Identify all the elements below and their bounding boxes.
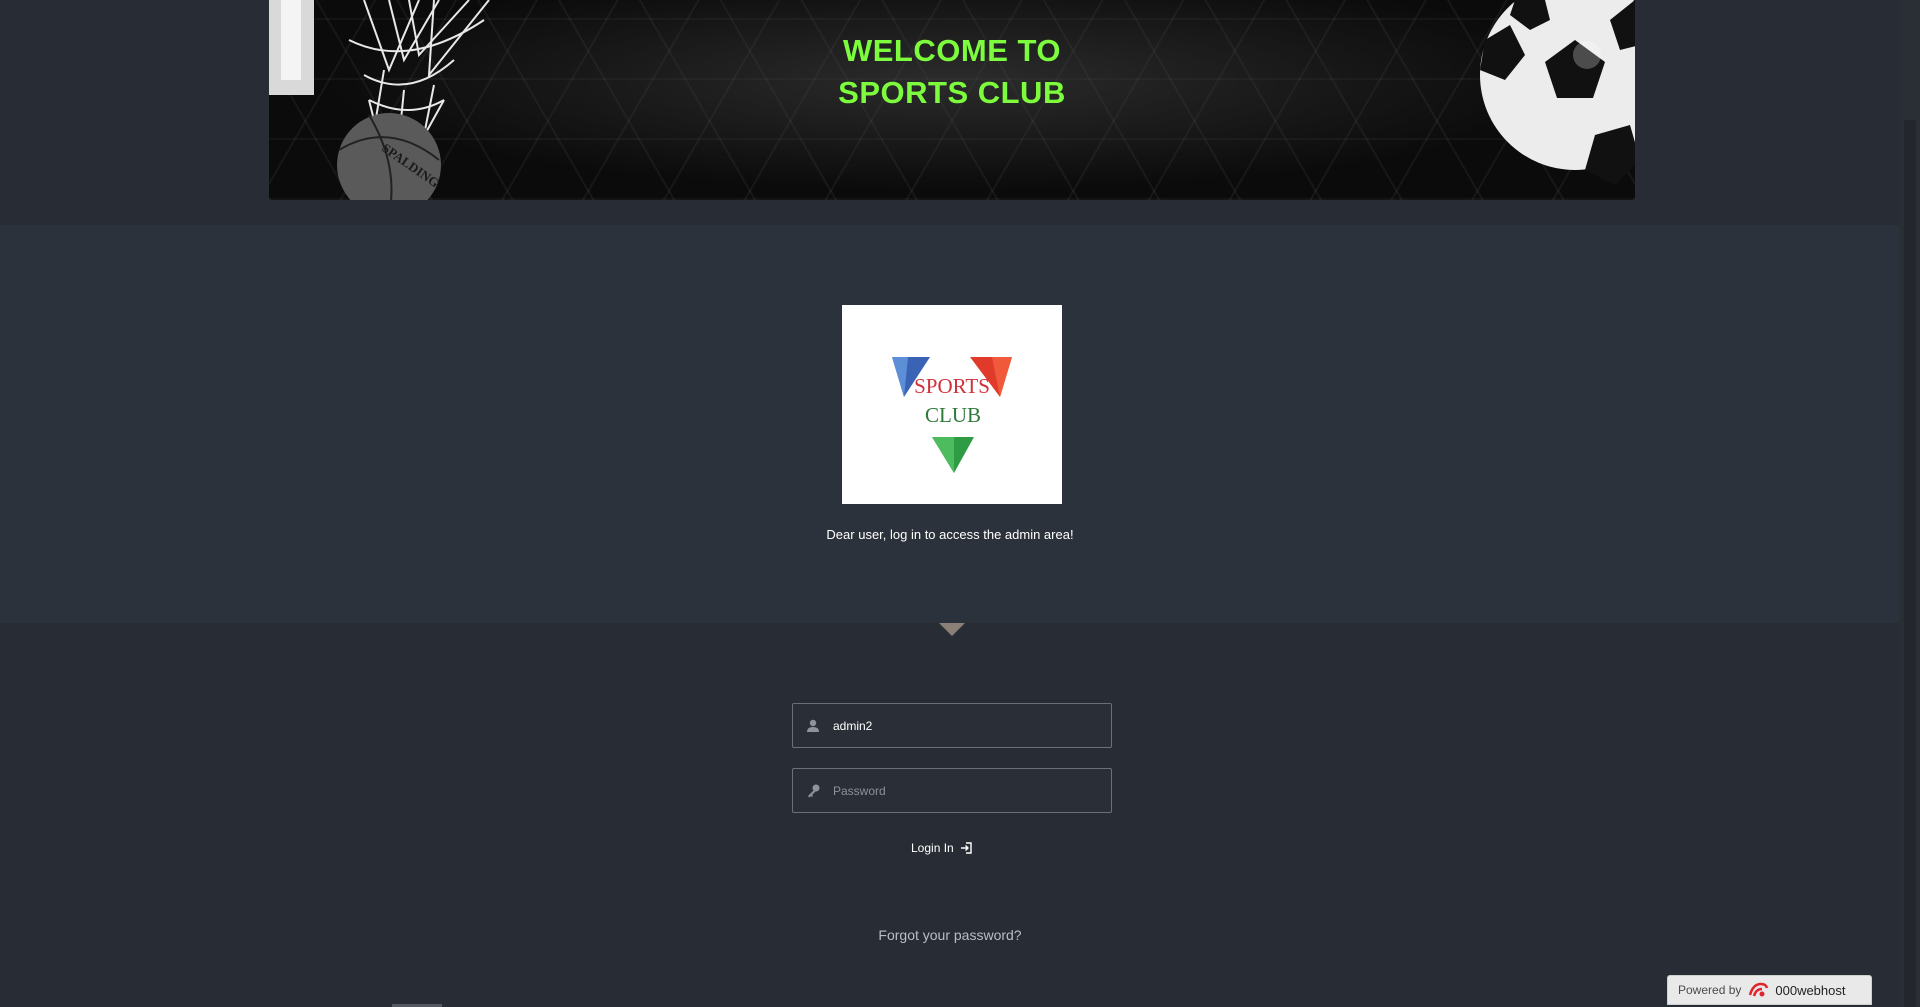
page-scrollbar[interactable] xyxy=(1900,0,1920,1007)
sports-club-logo: SPORTS CLUB xyxy=(842,305,1062,504)
username-field[interactable] xyxy=(792,703,1112,748)
banner-area: SPALDING WELCOME TO SPORTS CLUB xyxy=(0,0,1900,225)
banner: SPALDING WELCOME TO SPORTS CLUB xyxy=(269,0,1635,200)
user-icon xyxy=(807,719,819,732)
powered-by-badge[interactable]: Powered by 000webhost xyxy=(1667,975,1872,1005)
forgot-password-link[interactable]: Forgot your password? xyxy=(0,927,1900,943)
banner-title: WELCOME TO SPORTS CLUB xyxy=(269,30,1635,114)
login-button-label: Login In xyxy=(911,841,954,855)
webhost-logo-icon xyxy=(1749,982,1769,997)
powered-by-brand: 000webhost xyxy=(1775,982,1846,998)
key-icon xyxy=(808,784,820,798)
powered-by-label: Powered by xyxy=(1678,983,1742,997)
banner-title-line2: SPORTS CLUB xyxy=(838,75,1066,110)
logo-text-club: CLUB xyxy=(925,403,981,427)
login-button[interactable]: Login In xyxy=(905,838,978,858)
greeting-text: Dear user, log in to access the admin ar… xyxy=(826,527,1074,542)
scrollbar-thumb[interactable] xyxy=(1904,120,1916,1007)
login-header-panel: SPORTS CLUB Dear user, log in to access … xyxy=(0,225,1900,623)
down-arrow-icon xyxy=(939,623,965,636)
logo-text-sports: SPORTS xyxy=(914,374,990,398)
password-input[interactable] xyxy=(833,769,1103,812)
soccer-ball-icon xyxy=(1480,0,1635,185)
username-input[interactable] xyxy=(833,704,1103,747)
banner-title-line1: WELCOME TO xyxy=(843,33,1061,68)
sign-in-icon xyxy=(960,842,972,854)
password-field[interactable] xyxy=(792,768,1112,813)
